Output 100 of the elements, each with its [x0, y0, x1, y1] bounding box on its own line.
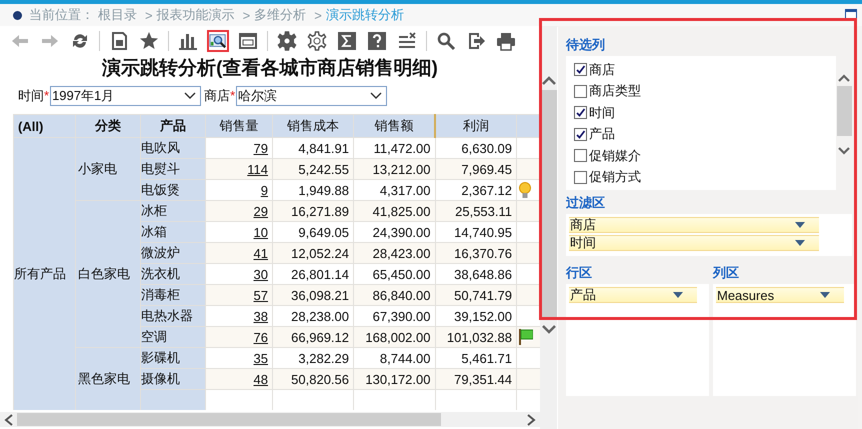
table-cell: 12,052.24 [291, 246, 349, 260]
row-header-cell: 摄像机 [140, 368, 206, 390]
filter-dropdown[interactable]: 哈尔滨 [236, 86, 388, 106]
column-header: 产品 [140, 114, 206, 138]
gear-outline-button[interactable] [306, 30, 328, 52]
table-cell: 79,351.44 [454, 372, 512, 386]
table-cell: 13,212.00 [372, 162, 430, 176]
vertical-scrollbar[interactable] [540, 26, 557, 429]
chevron-down-icon[interactable] [542, 324, 556, 334]
column-header: 销售额 [354, 114, 435, 138]
table-cell: 66,969.12 [291, 330, 349, 344]
maximize-icon[interactable] [845, 9, 857, 20]
table-cell: 50,741.79 [454, 288, 512, 302]
breadcrumb-separator: > [314, 8, 322, 22]
row-header-cell: 影碟机 [140, 348, 206, 368]
row-header-cell: 电熨斗 [140, 158, 206, 180]
field-chip[interactable]: 时间 [569, 235, 819, 251]
column-option[interactable]: 促销方式 [574, 166, 836, 188]
quantity-link[interactable]: 57 [254, 288, 268, 302]
table-cell: 11,472.00 [374, 140, 430, 156]
row-header-cell: 冰箱 [140, 222, 206, 242]
report-title: 演示跳转分析(查看各城市商店销售明细) [100, 56, 439, 81]
row-header-cell: 电热水器 [140, 306, 206, 326]
table-cell: 38,648.86 [454, 266, 512, 282]
lightbulb-icon [519, 182, 531, 198]
table-cell: 28,423.00 [372, 246, 430, 260]
layout-button[interactable] [237, 30, 259, 52]
breadcrumb-separator: > [242, 8, 250, 22]
table-cell: 1,949.88 [298, 182, 349, 198]
breadcrumb-separator: > [145, 8, 153, 22]
field-chip[interactable]: 商店 [569, 217, 819, 233]
dropdown-arrow-icon [820, 292, 830, 298]
table-cell: 41,825.00 [372, 204, 430, 218]
chevron-down-icon [184, 92, 196, 100]
chevron-left-icon[interactable] [4, 414, 14, 426]
filter-label: 时间* [18, 87, 50, 105]
column-option[interactable]: 商店 [574, 59, 836, 80]
gear-button[interactable] [276, 30, 298, 52]
view-button[interactable] [207, 30, 229, 52]
chevron-down-icon [370, 92, 382, 100]
chevron-up-icon[interactable] [542, 76, 556, 86]
table-cell: 8,744.00 [380, 350, 430, 366]
column-option[interactable]: 产品 [574, 124, 836, 145]
horizontal-scrollbar[interactable] [0, 412, 540, 427]
checkbox[interactable] [574, 149, 587, 162]
checkbox[interactable] [574, 128, 587, 141]
dropdown-arrow-icon [795, 222, 805, 228]
column-option[interactable]: 时间 [574, 102, 836, 124]
chevron-up-icon[interactable] [838, 74, 850, 83]
chevron-down-icon[interactable] [838, 146, 850, 155]
table-cell: 39,152.00 [454, 308, 512, 324]
quantity-link[interactable]: 41 [254, 246, 268, 260]
sigma-button[interactable] [336, 30, 358, 52]
field-chip[interactable]: Measures [716, 287, 844, 303]
table-cell: 5,242.55 [298, 162, 349, 176]
star-button[interactable] [138, 30, 160, 52]
row-header-cell: 冰柜 [140, 200, 206, 222]
checkbox[interactable] [574, 84, 587, 98]
help-button[interactable] [366, 30, 388, 52]
dropdown-arrow-icon [795, 240, 805, 246]
table-cell: 101,032.88 [446, 330, 512, 344]
quantity-link[interactable]: 48 [254, 372, 268, 386]
quantity-link[interactable]: 38 [254, 308, 268, 324]
quantity-link[interactable]: 30 [254, 266, 268, 282]
quantity-link[interactable]: 29 [254, 204, 268, 218]
quantity-link[interactable]: 79 [254, 140, 268, 156]
table-cell: 28,238.00 [291, 308, 349, 324]
row-header-cell: 消毒柜 [140, 284, 206, 306]
table-cell: 50,820.56 [291, 372, 349, 386]
quantity-link[interactable]: 10 [254, 224, 268, 240]
column-header: 利润 [435, 114, 516, 138]
column-header: 分类 [76, 114, 140, 138]
table-cell: 14,740.95 [454, 224, 512, 240]
checkbox[interactable] [574, 63, 587, 76]
row-header-cell: 电饭煲 [140, 180, 206, 200]
row-header-cell: 所有产品 [14, 138, 76, 410]
table-cell: 2,367.12 [461, 182, 512, 198]
field-chip[interactable]: 产品 [569, 287, 697, 303]
table-cell: 65,450.00 [372, 266, 430, 282]
table-cell: 36,098.21 [291, 288, 349, 302]
column-option[interactable]: 促销媒介 [574, 145, 836, 166]
chevron-right-icon[interactable] [526, 414, 536, 426]
quantity-link[interactable]: 76 [254, 330, 268, 344]
print-button[interactable] [495, 30, 517, 52]
checkbox[interactable] [574, 170, 587, 184]
table-cell: 3,282.29 [298, 350, 349, 366]
row-header-cell: 黑色家电 [76, 348, 140, 410]
row-header-cell: 洗衣机 [140, 264, 206, 284]
row-header-cell: 白色家电 [76, 200, 140, 348]
filter-dropdown[interactable]: 1997年1月 [50, 86, 202, 106]
table-cell: 130,172.00 [365, 372, 430, 386]
checkbox[interactable] [574, 106, 587, 120]
row-header-cell: 微波炉 [140, 242, 206, 264]
table-cell: 26,801.14 [291, 266, 349, 282]
table-cell: 7,969.45 [461, 162, 512, 176]
quantity-link[interactable]: 35 [254, 350, 268, 366]
quantity-link[interactable]: 9 [260, 182, 268, 198]
table-cell: 86,840.00 [372, 288, 430, 302]
column-option[interactable]: 商店类型 [574, 80, 836, 102]
search-button[interactable] [435, 30, 457, 52]
